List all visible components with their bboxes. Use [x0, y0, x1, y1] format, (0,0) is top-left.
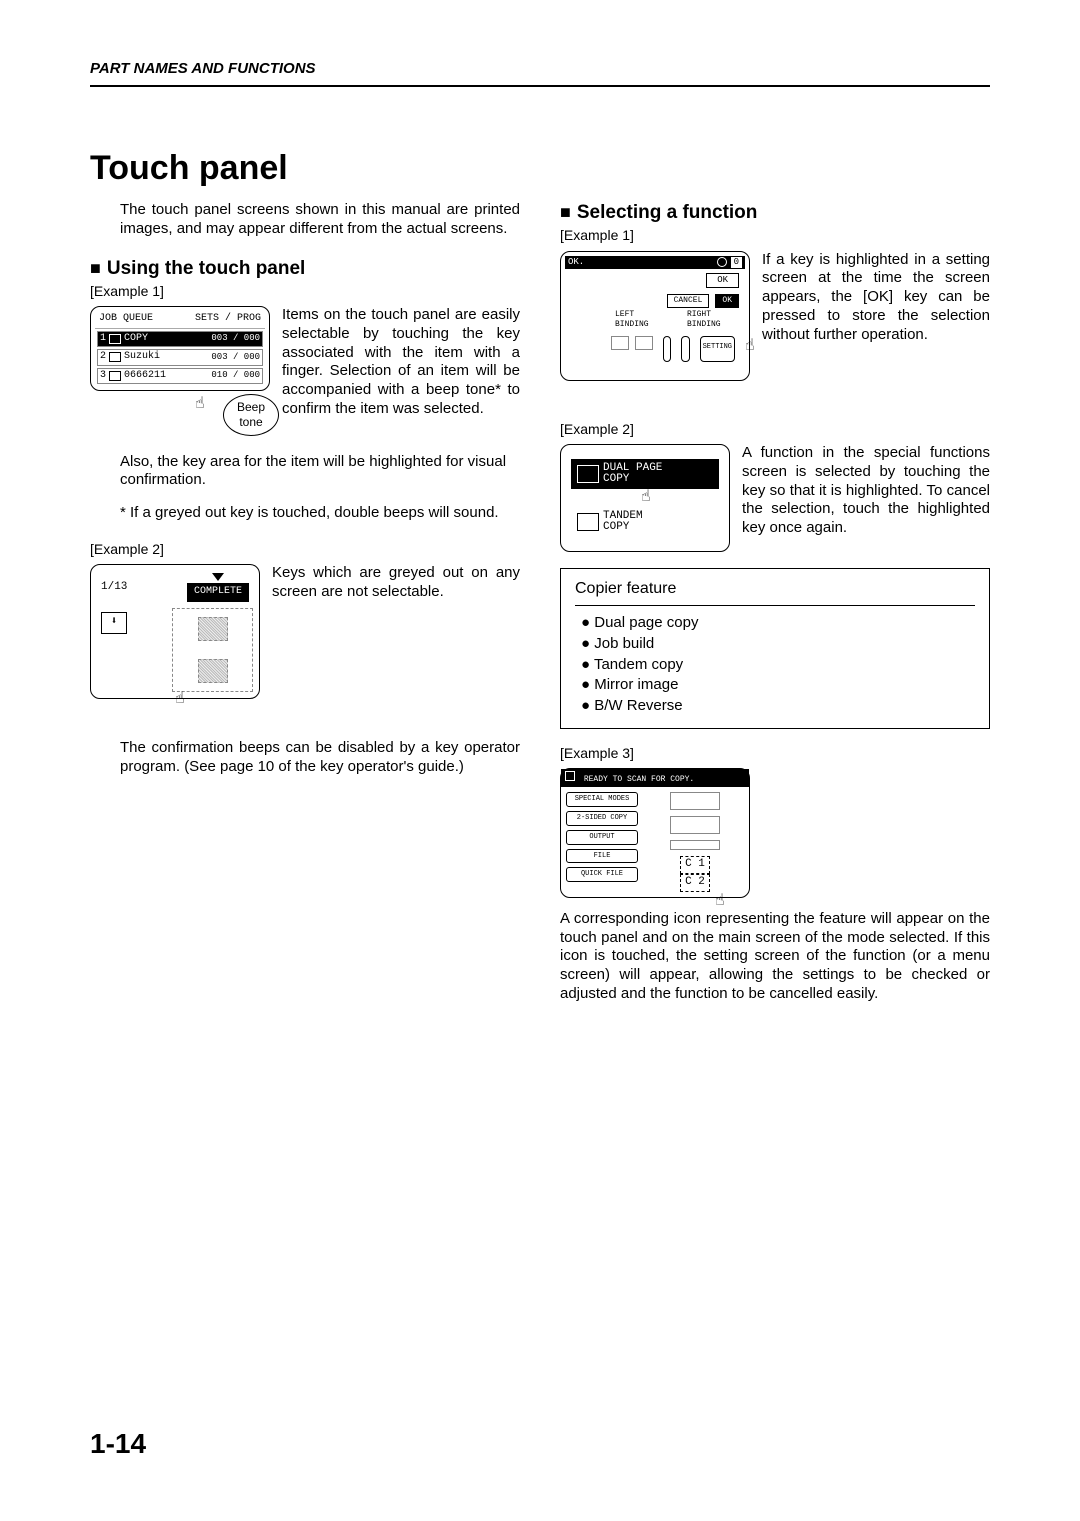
feature-item: B/W Reverse	[581, 697, 975, 716]
page-icon	[611, 336, 629, 350]
left-ex1-text: Items on the touch panel are easily sele…	[282, 306, 520, 419]
job-row-3[interactable]: 3 0666211 010 / 000	[97, 368, 263, 385]
left-ex2-text: Keys which are greyed out on any screen …	[272, 564, 520, 602]
job-queue-header-left: JOB QUEUE	[99, 313, 153, 326]
page-title: Touch panel	[90, 147, 990, 190]
left-column: The touch panel screens shown in this ma…	[90, 201, 520, 1003]
job-row-2[interactable]: 2 Suzuki 003 / 000	[97, 349, 263, 366]
left-final-text: The confirmation beeps can be disabled b…	[120, 739, 520, 777]
job-row-1[interactable]: 1 COPY 003 / 000	[97, 331, 263, 348]
quick-file-button[interactable]: QUICK FILE	[566, 867, 638, 882]
beep-tone-bubble: Beep tone	[223, 394, 279, 436]
ok-button[interactable]: OK	[706, 273, 739, 288]
tandem-copy-button[interactable]: TANDEMCOPY	[571, 507, 719, 537]
tray-icon	[670, 840, 720, 850]
ok-button-2[interactable]: OK	[715, 294, 739, 308]
output-button[interactable]: OUTPUT	[566, 830, 638, 845]
cancel-button[interactable]: CANCEL	[667, 294, 710, 308]
greyed-key-icon-2	[198, 659, 228, 683]
panel-status: OK.	[568, 257, 584, 268]
copier-feature-box: Copier feature Dual page copy Job build …	[560, 568, 990, 729]
feature-item: Mirror image	[581, 676, 975, 695]
intro-text: The touch panel screens shown in this ma…	[120, 201, 520, 239]
selecting-function-heading: ■Selecting a function	[560, 201, 990, 225]
ready-status: READY TO SCAN FOR COPY.	[561, 769, 749, 787]
feature-box-title: Copier feature	[575, 579, 975, 606]
file-button[interactable]: FILE	[566, 849, 638, 864]
right-binding-icon[interactable]	[681, 336, 689, 362]
special-modes-button[interactable]: SPECIAL MODES	[566, 792, 638, 807]
feature-item: Tandem copy	[581, 656, 975, 675]
left-ex2-panel: 1/13 COMPLETE ⬇	[90, 564, 260, 699]
print-icon	[109, 352, 121, 362]
page-icon	[635, 336, 653, 350]
section-header: PART NAMES AND FUNCTIONS	[90, 60, 990, 87]
right-ex2-text: A function in the special functions scre…	[742, 444, 990, 538]
dual-page-copy-button[interactable]: DUAL PAGECOPY	[571, 459, 719, 489]
tray-icon	[670, 816, 720, 834]
right-example2-label: [Example 2]	[560, 421, 990, 439]
tandem-icon	[577, 513, 599, 531]
two-sided-copy-button[interactable]: 2-SIDED COPY	[566, 811, 638, 826]
setting-button[interactable]: SETTING	[700, 336, 735, 362]
feature-item: Job build	[581, 635, 975, 654]
complete-button[interactable]: COMPLETE	[187, 583, 249, 602]
job-queue-panel: JOB QUEUE SETS / PROG 1 COPY 003 / 000 2…	[90, 306, 270, 391]
copy-mode-icon	[565, 771, 575, 781]
left-example2-label: [Example 2]	[90, 541, 520, 559]
function-icon-c2[interactable]: C 2	[680, 874, 710, 892]
chevron-down-icon	[212, 573, 224, 581]
refresh-icon	[717, 257, 727, 267]
tray-icon	[670, 792, 720, 810]
page-number: 1-14	[90, 1426, 146, 1461]
setting-panel: OK. 0 OK CANCEL OK LEFT BINDING RIGHT BI…	[560, 251, 750, 381]
left-ex1-text-b: Also, the key area for the item will be …	[120, 453, 520, 491]
right-example1-label: [Example 1]	[560, 227, 990, 245]
right-ex1-text: If a key is highlighted in a setting scr…	[762, 251, 990, 345]
right-ex3-text: A corresponding icon representing the fe…	[560, 910, 990, 1004]
right-binding-label: RIGHT BINDING	[687, 310, 739, 330]
left-binding-label: LEFT BINDING	[615, 310, 663, 330]
page-fraction: 1/13	[101, 581, 127, 595]
fax-icon	[109, 371, 121, 381]
function-icon-c1[interactable]: C 1	[680, 856, 710, 874]
greyed-key-icon	[198, 617, 228, 641]
special-functions-panel: DUAL PAGECOPY TANDEMCOPY	[560, 444, 730, 552]
right-example3-label: [Example 3]	[560, 745, 990, 763]
using-touch-panel-heading: ■Using the touch panel	[90, 257, 520, 281]
counter: 0	[731, 257, 742, 268]
left-note: * If a greyed out key is touched, double…	[120, 504, 520, 523]
left-example1-label: [Example 1]	[90, 283, 520, 301]
dual-page-icon	[577, 465, 599, 483]
left-binding-icon[interactable]	[663, 336, 671, 362]
down-arrow-button[interactable]: ⬇	[101, 612, 127, 634]
job-queue-header-right: SETS / PROG	[195, 313, 261, 326]
copy-icon	[109, 334, 121, 344]
feature-item: Dual page copy	[581, 614, 975, 633]
main-screen-panel: READY TO SCAN FOR COPY. SPECIAL MODES 2-…	[560, 768, 750, 898]
right-column: ■Selecting a function [Example 1] OK. 0 …	[560, 201, 990, 1003]
